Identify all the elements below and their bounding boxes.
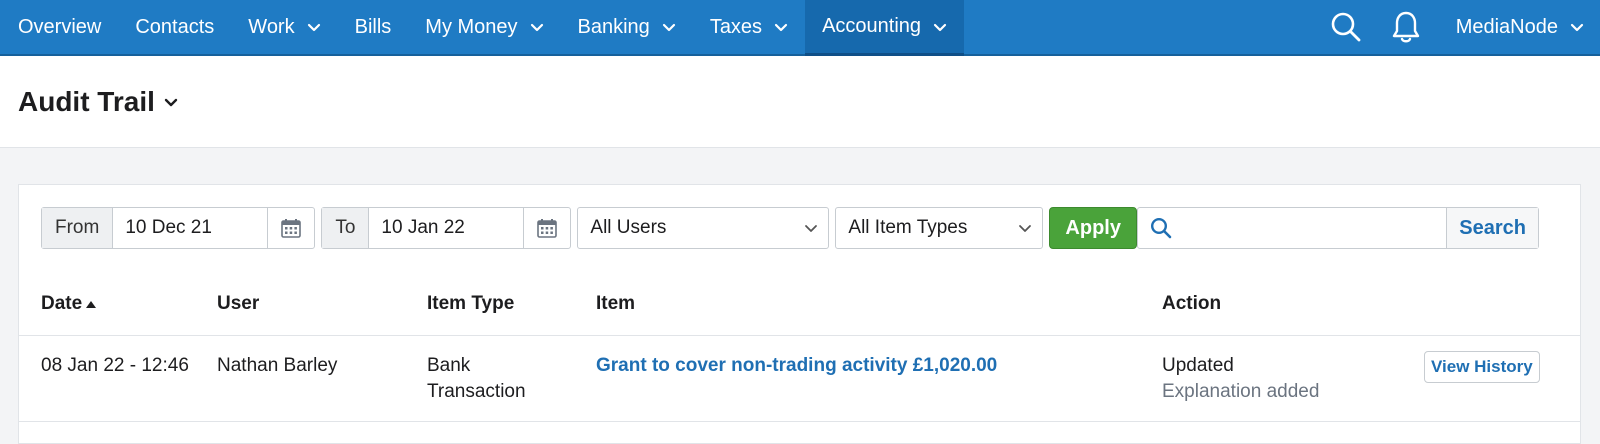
nav-contacts[interactable]: Contacts [118, 0, 231, 54]
users-select-value: All Users [590, 217, 667, 238]
search-button[interactable]: Search [1446, 208, 1538, 248]
nav-banking[interactable]: Banking [561, 0, 693, 54]
from-date-group: From [41, 207, 316, 249]
column-action[interactable]: Action [1162, 293, 1221, 315]
sort-ascending-icon [86, 301, 97, 308]
nav-label: Accounting [822, 15, 922, 37]
cell-item-type-line: Bank [427, 355, 471, 376]
chevron-down-icon [1570, 23, 1584, 32]
nav-my-money[interactable]: My Money [408, 0, 560, 54]
column-date[interactable]: Date [41, 293, 97, 315]
user-menu[interactable]: MediaNode [1436, 16, 1600, 39]
apply-button[interactable]: Apply [1049, 207, 1137, 249]
chevron-down-icon [805, 225, 818, 232]
action-detail: Explanation added [1162, 381, 1320, 402]
chevron-down-icon[interactable] [163, 94, 179, 110]
search-icon [1138, 208, 1184, 248]
page-header: Audit Trail [0, 56, 1600, 148]
column-item-type[interactable]: Item Type [427, 293, 514, 315]
user-name: MediaNode [1455, 15, 1558, 38]
to-label: To [322, 208, 370, 248]
cell-item-type-line: Transaction [427, 381, 526, 402]
bell-icon[interactable] [1376, 0, 1436, 55]
to-date-input[interactable] [369, 208, 524, 248]
main-menu: Overview Contacts Work Bills My Money Ba… [0, 0, 965, 56]
nav-taxes[interactable]: Taxes [693, 0, 805, 54]
chevron-down-icon [530, 23, 543, 32]
item-types-select-value: All Item Types [848, 217, 968, 238]
search-icon[interactable] [1316, 0, 1376, 55]
nav-label: Overview [18, 15, 102, 38]
chevron-down-icon [662, 23, 675, 32]
cell-action: Updated Explanation added [1162, 353, 1319, 405]
page-title: Audit Trail [18, 85, 155, 117]
action-status: Updated [1162, 355, 1234, 376]
search-bar: Search [1137, 207, 1539, 249]
cell-item-type: Bank Transaction [427, 353, 526, 405]
cell-user: Nathan Barley [217, 355, 338, 376]
row-divider [19, 421, 1580, 422]
column-user[interactable]: User [217, 293, 259, 315]
column-date-label: Date [41, 293, 83, 314]
nav-utilities: MediaNode [1316, 0, 1600, 54]
filter-bar: From To All Users All Item Types Apply [41, 207, 1137, 249]
nav-label: Work [248, 15, 295, 38]
calendar-icon[interactable] [267, 208, 314, 248]
header-divider [19, 335, 1580, 336]
column-action-label: Action [1162, 293, 1222, 314]
column-item[interactable]: Item [596, 293, 635, 315]
from-date-input[interactable] [113, 208, 268, 248]
item-types-select[interactable]: All Item Types [835, 207, 1044, 249]
cell-item: Grant to cover non-trading activity £1,0… [596, 353, 997, 379]
search-input[interactable] [1184, 208, 1447, 248]
audit-trail-card: From To All Users All Item Types Apply [18, 184, 1581, 444]
item-link[interactable]: Grant to cover non-trading activity £1,0… [596, 355, 997, 376]
cell-date: 08 Jan 22 - 12:46 [41, 355, 189, 376]
column-item-type-label: Item Type [427, 293, 515, 314]
top-nav: Overview Contacts Work Bills My Money Ba… [0, 0, 1600, 56]
chevron-down-icon [774, 23, 788, 32]
nav-bills[interactable]: Bills [338, 0, 409, 54]
view-history-button[interactable]: View History [1424, 351, 1540, 383]
from-label: From [42, 208, 114, 248]
column-user-label: User [217, 293, 260, 314]
nav-accounting[interactable]: Accounting [805, 0, 965, 56]
nav-label: Banking [577, 15, 650, 38]
chevron-down-icon [933, 23, 947, 31]
chevron-down-icon [307, 23, 320, 32]
chevron-down-icon [1019, 225, 1032, 232]
to-date-group: To [321, 207, 572, 249]
nav-label: Taxes [709, 15, 763, 38]
users-select[interactable]: All Users [577, 207, 830, 249]
nav-work[interactable]: Work [231, 0, 337, 54]
nav-overview[interactable]: Overview [0, 0, 118, 54]
nav-label: Bills [354, 15, 392, 38]
calendar-icon[interactable] [523, 208, 570, 248]
nav-label: Contacts [135, 15, 215, 38]
column-item-label: Item [596, 293, 636, 314]
nav-label: My Money [425, 15, 518, 38]
